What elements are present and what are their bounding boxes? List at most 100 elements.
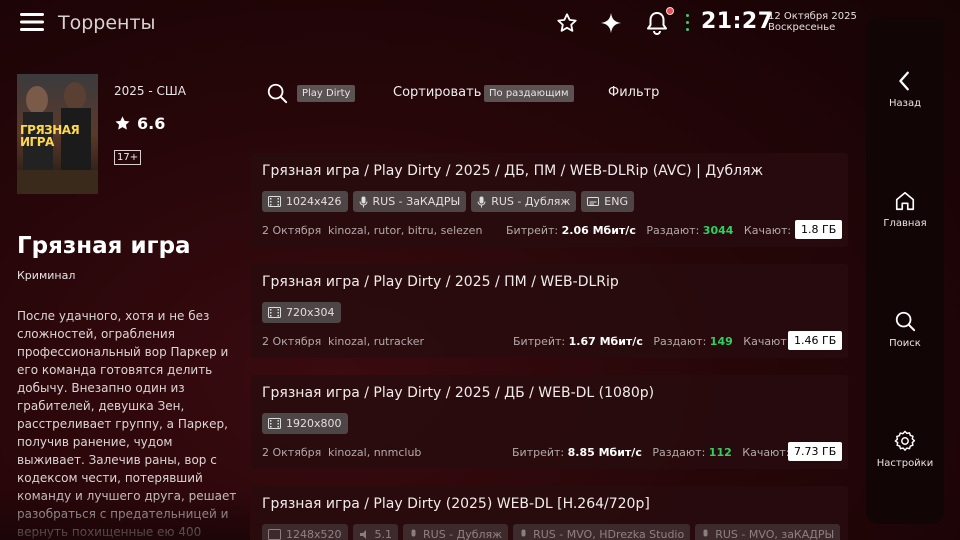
chevron-left-icon (899, 71, 909, 91)
torrent-card[interactable]: Грязная игра / Play Dirty / 2025 / ДБ / … (251, 375, 848, 469)
audio-tag: RUS - Дубляж (403, 524, 509, 540)
filter-button[interactable]: Фильтр (608, 85, 659, 100)
favorites-star-icon[interactable] (556, 12, 578, 34)
sparkle-icon[interactable] (600, 12, 622, 34)
rating: 6.6 (114, 114, 165, 133)
more-vertical-icon[interactable] (684, 14, 690, 34)
torrent-date: 2 Октября (262, 335, 322, 348)
movie-title: Грязная игра (17, 233, 191, 259)
subtitle-tag: ENG (581, 191, 634, 212)
bitrate-label: Битрейт: (512, 446, 565, 459)
year-country: 2025 - США (114, 84, 186, 98)
audio-channels-tag: 5.1 (352, 524, 398, 540)
film-icon (268, 529, 281, 540)
seeders-label: Раздают: (652, 446, 706, 459)
nav-back-label: Назад (888, 98, 921, 109)
home-icon (895, 191, 915, 211)
torrent-tags: 1920x800 (262, 413, 348, 434)
torrent-title: Грязная игра / Play Dirty (2025) WEB-DL … (262, 496, 650, 512)
bitrate-value: 2.06 Мбит/с (561, 224, 636, 237)
torrent-title: Грязная игра / Play Dirty / 2025 / ПМ / … (262, 274, 619, 290)
torrent-card[interactable]: Грязная игра / Play Dirty (2025) WEB-DL … (251, 486, 848, 540)
rating-value: 6.6 (137, 114, 166, 133)
age-rating-badge: 17+ (114, 150, 142, 165)
torrent-tags: 1024x426 RUS - ЗаКАДРЫ RUS - Дубляж ENG (262, 191, 634, 212)
nav-settings[interactable]: Настройки (866, 430, 944, 469)
tag-label: 5.1 (374, 528, 393, 540)
torrent-stats: Битрейт: 8.85 Мбит/с Раздают: 112 Качают… (512, 446, 808, 459)
search-icon[interactable] (266, 82, 288, 104)
seeders-value: 112 (708, 446, 732, 459)
weekday: Воскресенье (768, 22, 836, 33)
tag-label: RUS - Дубляж (491, 195, 571, 208)
rating-star-icon (115, 116, 130, 130)
tag-label: RUS - MVO, HDrezka Studio (533, 528, 685, 540)
clock: 21:27 (701, 9, 774, 34)
microphone-icon (359, 196, 367, 207)
nav-home-label: Главная (883, 218, 927, 229)
torrent-card[interactable]: Грязная игра / Play Dirty / 2025 / ДБ, П… (251, 153, 848, 247)
subtitles-icon (587, 197, 600, 206)
audio-tag: RUS - MVO, HDrezka Studio (513, 524, 691, 540)
torrent-stats: Битрейт: 2.06 Мбит/с Раздают: 3044 Качаю… (506, 224, 818, 237)
tag-label: 1248x520 (286, 528, 342, 540)
resolution-tag: 1248x520 (262, 524, 348, 540)
audio-tag: RUS - MVO, заКАДРЫ (695, 524, 841, 540)
side-nav: Назад Главная Поиск Настройки (866, 17, 944, 524)
speaker-icon (359, 530, 366, 539)
microphone-icon (411, 529, 416, 536)
bitrate-value: 8.85 Мбит/с (567, 446, 642, 459)
menu-icon[interactable] (20, 12, 46, 34)
seeders-value: 3044 (702, 224, 734, 237)
bitrate-value: 1.67 Мбит/с (568, 335, 643, 348)
tag-label: ENG (604, 195, 628, 208)
notifications-bell-icon[interactable] (646, 11, 668, 35)
torrent-sources: kinozal, rutor, bitru, selezen (328, 224, 483, 237)
microphone-icon (521, 529, 526, 536)
gear-icon (894, 430, 916, 451)
microphone-icon (703, 529, 708, 536)
leechers-label: Качают: (743, 335, 791, 348)
size-badge: 1.46 ГБ (788, 331, 843, 350)
resolution-tag: 720x304 (262, 302, 341, 323)
sort-button[interactable]: Сортировать (393, 85, 481, 100)
nav-search[interactable]: Поиск (866, 310, 944, 349)
bitrate-label: Битрейт: (513, 335, 566, 348)
date: 12 Октября 2025 (768, 11, 857, 22)
seeders-value: 149 (709, 335, 733, 348)
tag-label: 720x304 (286, 306, 335, 319)
torrent-date: 2 Октября (262, 446, 322, 459)
resolution-tag: 1920x800 (262, 413, 348, 434)
torrent-card[interactable]: Грязная игра / Play Dirty / 2025 / ПМ / … (251, 264, 848, 358)
leechers-label: Качают: (742, 446, 790, 459)
notification-dot (666, 7, 674, 15)
seeders-label: Раздают: (653, 335, 707, 348)
tag-label: 1920x800 (286, 417, 342, 430)
bitrate-label: Битрейт: (506, 224, 559, 237)
sort-value-pill[interactable]: По раздающим (484, 85, 574, 102)
nav-search-label: Поиск (889, 338, 921, 349)
torrent-date: 2 Октября (262, 224, 322, 237)
movie-genre: Криминал (17, 269, 76, 282)
search-query-pill[interactable]: Play Dirty (297, 85, 356, 102)
tag-label: RUS - ЗаКАДРЫ (372, 195, 461, 208)
audio-tag: RUS - Дубляж (471, 191, 577, 212)
top-bar: Торренты 21:27 12 Октября 2025 Воскресен… (0, 0, 860, 48)
resolution-tag: 1024x426 (262, 191, 348, 212)
tag-label: 1024x426 (286, 195, 342, 208)
torrent-sources: kinozal, nnmclub (328, 446, 422, 459)
film-icon (268, 196, 281, 207)
movie-poster: ГРЯЗНАЯ ИГРА (17, 74, 98, 194)
size-badge: 1.8 ГБ (795, 220, 843, 239)
torrent-stats: Битрейт: 1.67 Мбит/с Раздают: 149 Качают… (513, 335, 809, 348)
microphone-icon (477, 196, 486, 207)
nav-settings-label: Настройки (876, 458, 934, 469)
nav-home[interactable]: Главная (866, 190, 944, 229)
torrent-sources: kinozal, rutracker (328, 335, 425, 348)
tag-label: RUS - Дубляж (423, 528, 503, 540)
leechers-label: Качают: (743, 224, 792, 237)
poster-title: ГРЯЗНАЯ ИГРА (20, 123, 80, 149)
nav-back[interactable]: Назад (866, 70, 944, 109)
search-icon (895, 311, 916, 332)
date-block: 12 Октября 2025 Воскресенье (768, 11, 857, 33)
